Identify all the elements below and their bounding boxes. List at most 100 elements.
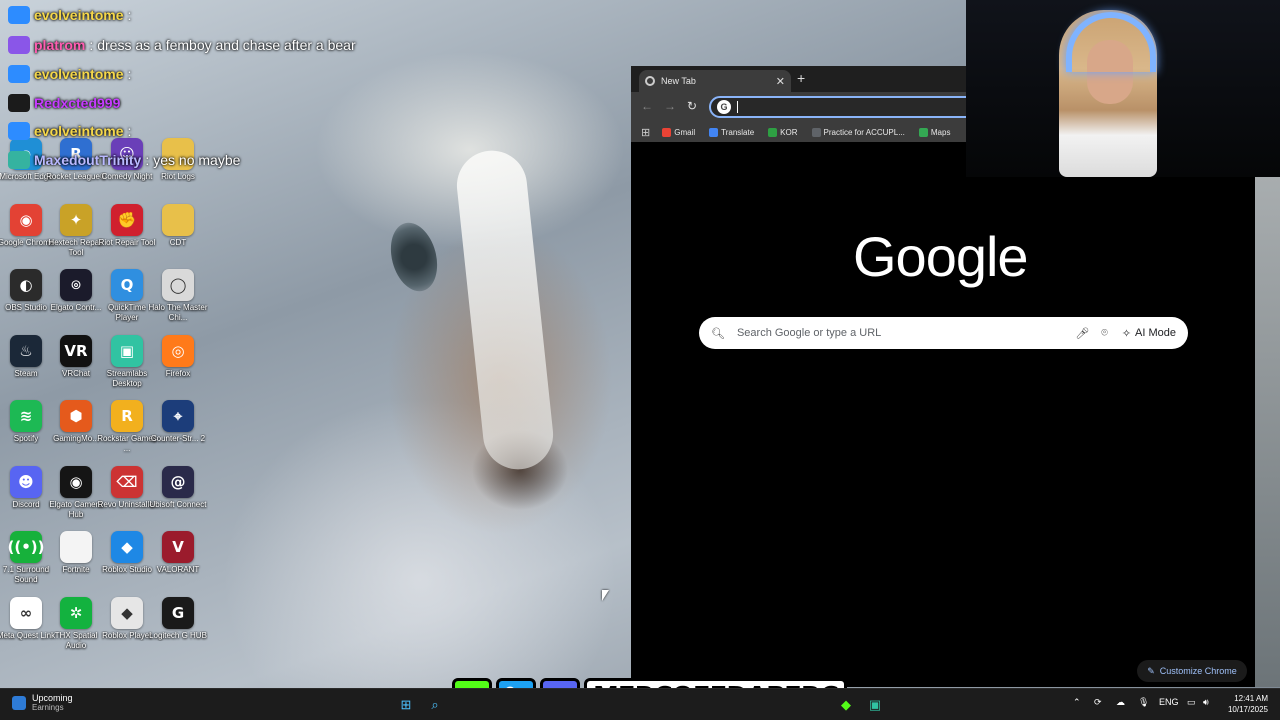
customize-chrome-button[interactable]: ✎ Customize Chrome [1137, 660, 1247, 682]
halo-icon: ◯ [162, 269, 194, 301]
volume-tray-icon[interactable]: 🔊︎ [1203, 697, 1209, 708]
microphone-icon[interactable]: 🎤︎ [1075, 327, 1089, 340]
chat-message: MaxedoutTrinity: yes no maybe [8, 151, 240, 169]
desktop-icon[interactable]: ◎ Firefox [152, 334, 204, 399]
bookmark-item[interactable]: Translate [709, 127, 754, 137]
translate-icon [709, 127, 719, 137]
gaming-mode-icon: ⬢ [60, 400, 92, 432]
network-tray-icon[interactable]: ▭ [1187, 697, 1196, 708]
desktop-icon[interactable]: ◆ Roblox Player [101, 596, 153, 661]
clock[interactable]: 12:41 AM 10/17/2025 [1218, 693, 1268, 715]
chat-username: MaxedoutTrinity [34, 152, 142, 168]
chat-separator: : [127, 66, 132, 82]
desktop-icon[interactable]: ≋ Spotify [0, 400, 52, 464]
counter-strike-icon: ⌖ [162, 400, 194, 432]
streamlabs-icon: ▣ [111, 334, 143, 367]
desktop-icon[interactable]: CDT [152, 203, 204, 268]
chat-username: evolveintome [34, 123, 124, 139]
desktop-icon[interactable]: eMicrosoft Edge [0, 138, 53, 202]
desktop-icon[interactable]: G Logitech G HUB [149, 596, 207, 661]
desktop-icon[interactable]: Fortnite [50, 531, 102, 595]
desktop-icon[interactable]: ◯ Halo The Master Chi... [149, 269, 208, 333]
bookmark-label: Maps [930, 127, 951, 137]
sync-tray-icon[interactable]: ⟳ [1094, 697, 1102, 708]
desktop-icon[interactable]: ∞ Meta Quest Link [0, 596, 55, 661]
page-icon [811, 127, 821, 137]
desktop-icon[interactable]: Riot Logs [152, 138, 204, 202]
bookmark-item[interactable]: Gmail [662, 127, 696, 137]
reload-icon[interactable]: ↻ [687, 99, 697, 113]
kick-taskbar-icon[interactable]: ◆ [836, 695, 856, 715]
desktop-icon-label: Riot Logs [161, 172, 195, 181]
mouse-cursor-icon [602, 590, 609, 601]
pencil-icon: ✎ [1147, 665, 1155, 676]
desktop-icon[interactable]: ☻ Discord [0, 465, 52, 530]
desktop-icon[interactable]: ☺ Comedy Night [101, 138, 153, 202]
bookmark-item[interactable]: KOR [768, 127, 798, 137]
thx-icon: ✲ [60, 596, 92, 629]
bookmark-item[interactable]: Maps [918, 127, 951, 137]
chat-message: Redxcted999 [8, 94, 128, 112]
language-indicator[interactable]: ENG [1159, 697, 1179, 707]
desktop-icon[interactable]: ♨ Steam [0, 334, 52, 399]
chat-badge-icon [8, 122, 30, 140]
desktop-icon[interactable]: ⌖ Counter-Str... 2 [151, 400, 205, 464]
back-icon[interactable]: ← [641, 99, 653, 113]
desktop-icon[interactable]: ✲ THX Spatial Audio [50, 596, 102, 661]
chat-badge-icon [8, 65, 30, 83]
ai-mode-icon: ✧ [1121, 327, 1132, 340]
streamlabs-taskbar-icon[interactable]: ▣ [865, 695, 885, 715]
desktop-icon[interactable]: ◉ Google Chrome [0, 203, 54, 268]
desktop-icon[interactable]: @ Ubisoft Connect [150, 465, 206, 530]
weather-widget[interactable]: Upcoming Earnings [12, 693, 73, 712]
forward-icon[interactable]: → [664, 99, 676, 113]
mic-tray-icon[interactable]: 🎙︎ [1138, 697, 1149, 708]
onedrive-tray-icon[interactable]: ☁ [1116, 697, 1125, 708]
camera-hub-icon: ◉ [60, 465, 92, 498]
desktop-icon[interactable]: ▣ Streamlabs Desktop [101, 334, 153, 399]
desktop-icon[interactable]: ⌫ Revo Uninstaller [98, 465, 156, 530]
desktop-icon[interactable]: V VALORANT [152, 531, 204, 595]
search-taskbar-icon[interactable]: ⌕ [425, 695, 445, 715]
chat-username: evolveintome [34, 7, 124, 23]
desktop-icon[interactable]: Q QuickTime Player [101, 269, 153, 333]
elgato-icon: ⌾ [60, 269, 92, 301]
desktop-icon[interactable]: R Rockstar Games ... [97, 400, 157, 464]
desktop-icon[interactable]: R Rocket League® [46, 138, 106, 202]
quicktime-icon: Q [111, 269, 143, 301]
bookmark-label: KOR [780, 127, 798, 137]
chat-username: Redxcted999 [34, 95, 121, 111]
chat-badge-icon [8, 6, 30, 24]
new-tab-button[interactable]: + [797, 70, 805, 86]
chat-badge-icon [8, 36, 30, 54]
desktop-icon[interactable]: ◐ OBS Studio [0, 269, 52, 333]
lens-camera-icon[interactable]: ⌾ [1101, 327, 1108, 340]
tab-new-tab[interactable]: New Tab ✕ [639, 70, 791, 92]
meta-icon: ∞ [10, 596, 42, 629]
ai-mode-button[interactable]: ✧ AI Mode [1122, 327, 1176, 340]
desktop-icon[interactable]: ✊ Riot Repair Tool [99, 203, 155, 268]
desktop-icon[interactable]: ((•)) 7.1 Surround Sound [0, 531, 52, 595]
apps-grid-icon[interactable]: ⊞ [641, 126, 650, 139]
bookmark-label: Gmail [674, 127, 696, 137]
start-icon[interactable]: ⊞ [396, 695, 416, 715]
gmail-icon [662, 127, 672, 137]
folder-icon [162, 203, 194, 236]
desktop-icon[interactable]: ⬢ GamingMo... [50, 400, 102, 464]
ntp-search-box[interactable]: 🔍︎ Search Google or type a URL 🎤︎ ⌾ ✧ AI… [699, 317, 1188, 349]
ai-mode-label: AI Mode [1135, 327, 1176, 339]
tab-close-icon[interactable]: ✕ [776, 75, 785, 88]
google-g-icon: G [717, 100, 731, 114]
search-icon: 🔍︎ [711, 327, 725, 340]
widget-title: Upcoming [32, 693, 73, 703]
desktop-icon[interactable]: ◆ Roblox Studio [101, 531, 153, 595]
bookmark-item[interactable]: Practice for ACCUPL... [811, 127, 905, 137]
desktop-icon[interactable]: VR VRChat [50, 334, 102, 399]
desktop-icon[interactable]: ◉ Elgato Camera Hub [49, 465, 103, 530]
show-hidden-icons[interactable]: ⌃ [1073, 697, 1081, 708]
tab-title: New Tab [661, 76, 696, 86]
chrome-icon: ◉ [10, 203, 42, 236]
desktop-icon[interactable]: ⌾ Elgato Contr... [50, 269, 102, 333]
chat-separator: : [89, 37, 94, 53]
desktop-icon[interactable]: ✦ Hextech Repair Tool [48, 203, 104, 268]
